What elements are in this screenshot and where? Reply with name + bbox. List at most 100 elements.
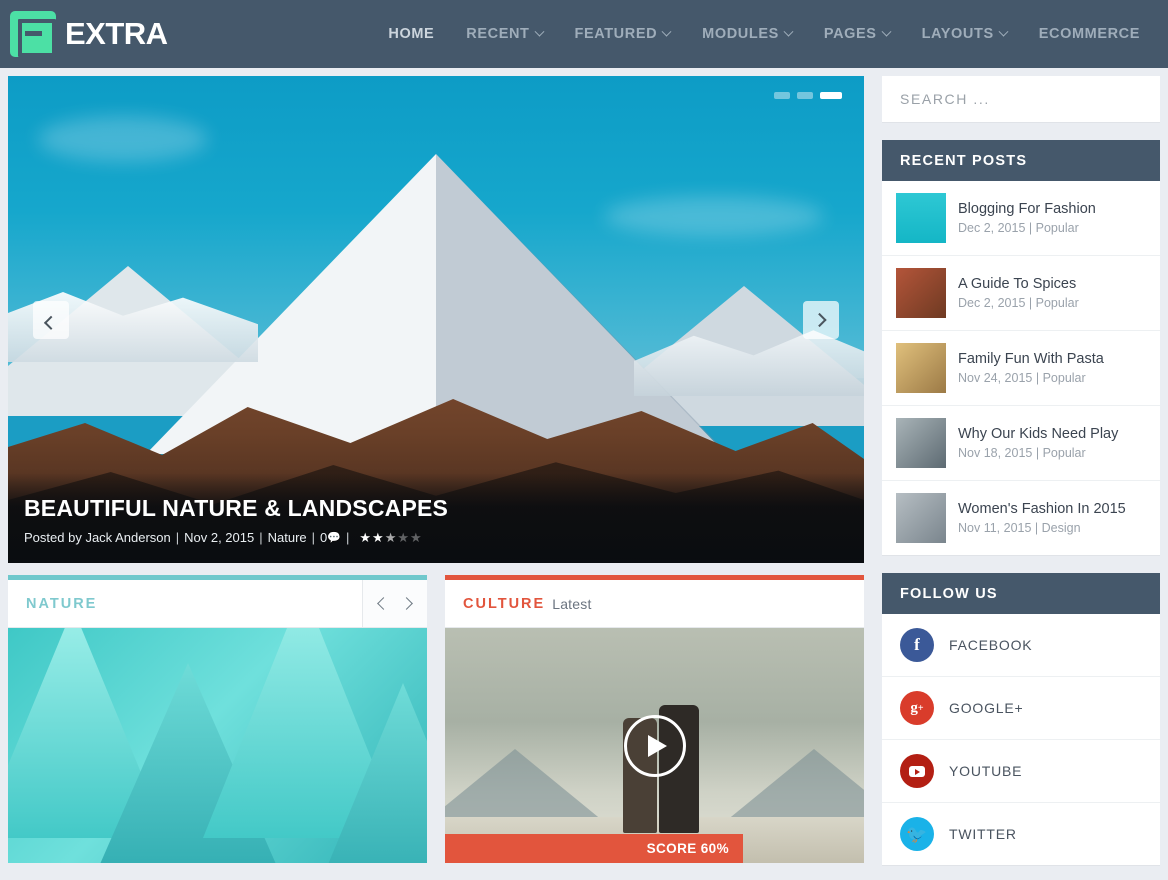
slide-author[interactable]: Jack Anderson [85, 530, 170, 545]
module-nav-nature [362, 580, 427, 627]
post-category: Popular [1035, 221, 1079, 236]
slide-category[interactable]: Nature [268, 530, 307, 545]
slider-dot-3[interactable] [820, 92, 842, 99]
nav-item-pages[interactable]: PAGES [808, 26, 906, 42]
nav-label-modules: MODULES [702, 26, 779, 42]
recent-post-item[interactable]: Family Fun With Pasta Nov 24, 2015 | Pop… [882, 331, 1160, 406]
social-link-googleplus[interactable]: g + GOOGLE+ [882, 677, 1160, 740]
meta-separator: | [175, 530, 180, 545]
social-label: TWITTER [949, 826, 1017, 842]
nav-item-ecommerce[interactable]: ECOMMERCE [1023, 26, 1156, 42]
star-5-icon: ★ [410, 530, 422, 545]
post-date: Dec 2, 2015 [958, 221, 1026, 236]
chevron-down-icon [661, 26, 672, 37]
youtube-icon [900, 754, 934, 788]
brand-logo[interactable]: EXTRA [10, 11, 168, 57]
recent-posts-widget: RECENT POSTS Blogging For Fashion Dec 2,… [882, 140, 1160, 555]
social-link-twitter[interactable]: 🐦 TWITTER [882, 803, 1160, 865]
sidebar: RECENT POSTS Blogging For Fashion Dec 2,… [882, 76, 1160, 880]
nav-label-pages: PAGES [823, 26, 877, 42]
extra-logo-icon [10, 11, 56, 57]
social-link-youtube[interactable]: YOUTUBE [882, 740, 1160, 803]
module-culture: CULTURE Latest SCORE 60% [445, 575, 864, 863]
meta-separator: | [1035, 371, 1043, 386]
score-badge: SCORE 60% [445, 834, 743, 863]
nav-item-layouts[interactable]: LAYOUTS [906, 26, 1023, 42]
nav-item-featured[interactable]: FEATURED [559, 26, 687, 42]
meta-separator: | [345, 530, 350, 545]
post-thumbnail [896, 193, 946, 243]
recent-post-item[interactable]: Blogging For Fashion Dec 2, 2015 | Popul… [882, 181, 1160, 256]
social-label: GOOGLE+ [949, 700, 1024, 716]
post-date: Nov 18, 2015 [958, 446, 1033, 461]
module-nature: NATURE [8, 575, 427, 863]
post-category: Popular [1035, 296, 1079, 311]
slider-dot-2[interactable] [797, 92, 813, 99]
nav-label-home: HOME [388, 26, 435, 42]
main-navigation: HOME RECENT FEATURED MODULES PAGES LAYOU… [372, 26, 1156, 42]
google-plus-icon: g + [900, 691, 934, 725]
nav-label-recent: RECENT [466, 26, 530, 42]
twitter-icon: 🐦 [900, 817, 934, 851]
recent-post-item[interactable]: A Guide To Spices Dec 2, 2015 | Popular [882, 256, 1160, 331]
chevron-right-icon [812, 312, 827, 327]
chevron-right-icon[interactable] [400, 597, 413, 610]
chevron-left-icon [43, 315, 59, 330]
meta-separator: | [1034, 521, 1042, 536]
post-title: A Guide To Spices [958, 275, 1077, 292]
module-title-nature: NATURE [26, 595, 98, 612]
nav-item-modules[interactable]: MODULES [686, 26, 808, 42]
chevron-down-icon [534, 26, 544, 37]
site-header: EXTRA HOME RECENT FEATURED MODULES PAGES… [0, 0, 1168, 68]
post-category: Popular [1042, 446, 1086, 461]
star-2-icon: ★ [372, 530, 384, 545]
meta-separator: | [1028, 296, 1036, 311]
nav-label-featured: FEATURED [574, 26, 658, 42]
featured-slider: BEAUTIFUL NATURE & LANDSCAPES Posted by … [8, 76, 864, 563]
chevron-left-icon[interactable] [377, 597, 390, 610]
comment-count: 0 [320, 530, 328, 545]
post-meta: Nov 24, 2015 | Popular [958, 371, 1104, 385]
nav-label-layouts: LAYOUTS [921, 26, 994, 42]
follow-us-heading: FOLLOW US [882, 573, 1160, 614]
recent-posts-heading: RECENT POSTS [882, 140, 1160, 181]
post-date: Nov 11, 2015 [958, 521, 1032, 536]
rating-stars: ★ ★ ★ ★ ★ [359, 531, 421, 544]
nav-item-home[interactable]: HOME [372, 26, 450, 42]
social-label: FACEBOOK [949, 637, 1033, 653]
slide-date: Nov 2, 2015 [184, 530, 255, 545]
nav-label-ecommerce: ECOMMERCE [1038, 26, 1140, 42]
modules-row: NATURE CULTURE Latest SCORE 60% [8, 575, 864, 863]
post-thumbnail [896, 493, 946, 543]
slider-dot-1[interactable] [774, 92, 790, 99]
slide-meta: Posted by Jack Anderson | Nov 2, 2015 | … [24, 530, 864, 545]
module-image-nature[interactable] [8, 628, 427, 863]
post-meta: Nov 11, 2015 | Design [958, 521, 1126, 535]
play-icon [647, 734, 667, 757]
social-link-facebook[interactable]: f FACEBOOK [882, 614, 1160, 677]
play-video-button[interactable] [623, 714, 686, 777]
slide-caption: BEAUTIFUL NATURE & LANDSCAPES Posted by … [8, 473, 864, 563]
social-label: YOUTUBE [949, 763, 1023, 779]
recent-post-item[interactable]: Women's Fashion In 2015 Nov 11, 2015 | D… [882, 481, 1160, 555]
post-thumbnail [896, 343, 946, 393]
slider-prev-button[interactable] [33, 300, 69, 339]
slider-next-button[interactable] [803, 300, 839, 339]
module-video-culture[interactable]: SCORE 60% [445, 628, 864, 863]
star-4-icon: ★ [397, 530, 409, 545]
module-title-culture: CULTURE [463, 595, 546, 612]
post-date: Dec 2, 2015 [958, 296, 1026, 311]
slider-pagination [774, 92, 842, 99]
posted-by-label: Posted by [24, 530, 82, 545]
meta-separator: | [1035, 446, 1043, 461]
meta-separator: | [1028, 221, 1036, 236]
nav-item-recent[interactable]: RECENT [450, 26, 558, 42]
slide-title[interactable]: BEAUTIFUL NATURE & LANDSCAPES [24, 495, 864, 522]
post-thumbnail [896, 268, 946, 318]
search-input[interactable] [900, 91, 1142, 107]
post-category: Design [1041, 521, 1081, 536]
module-header: CULTURE Latest [445, 580, 864, 628]
post-title: Family Fun With Pasta [958, 350, 1104, 367]
star-3-icon: ★ [384, 530, 397, 545]
recent-post-item[interactable]: Why Our Kids Need Play Nov 18, 2015 | Po… [882, 406, 1160, 481]
